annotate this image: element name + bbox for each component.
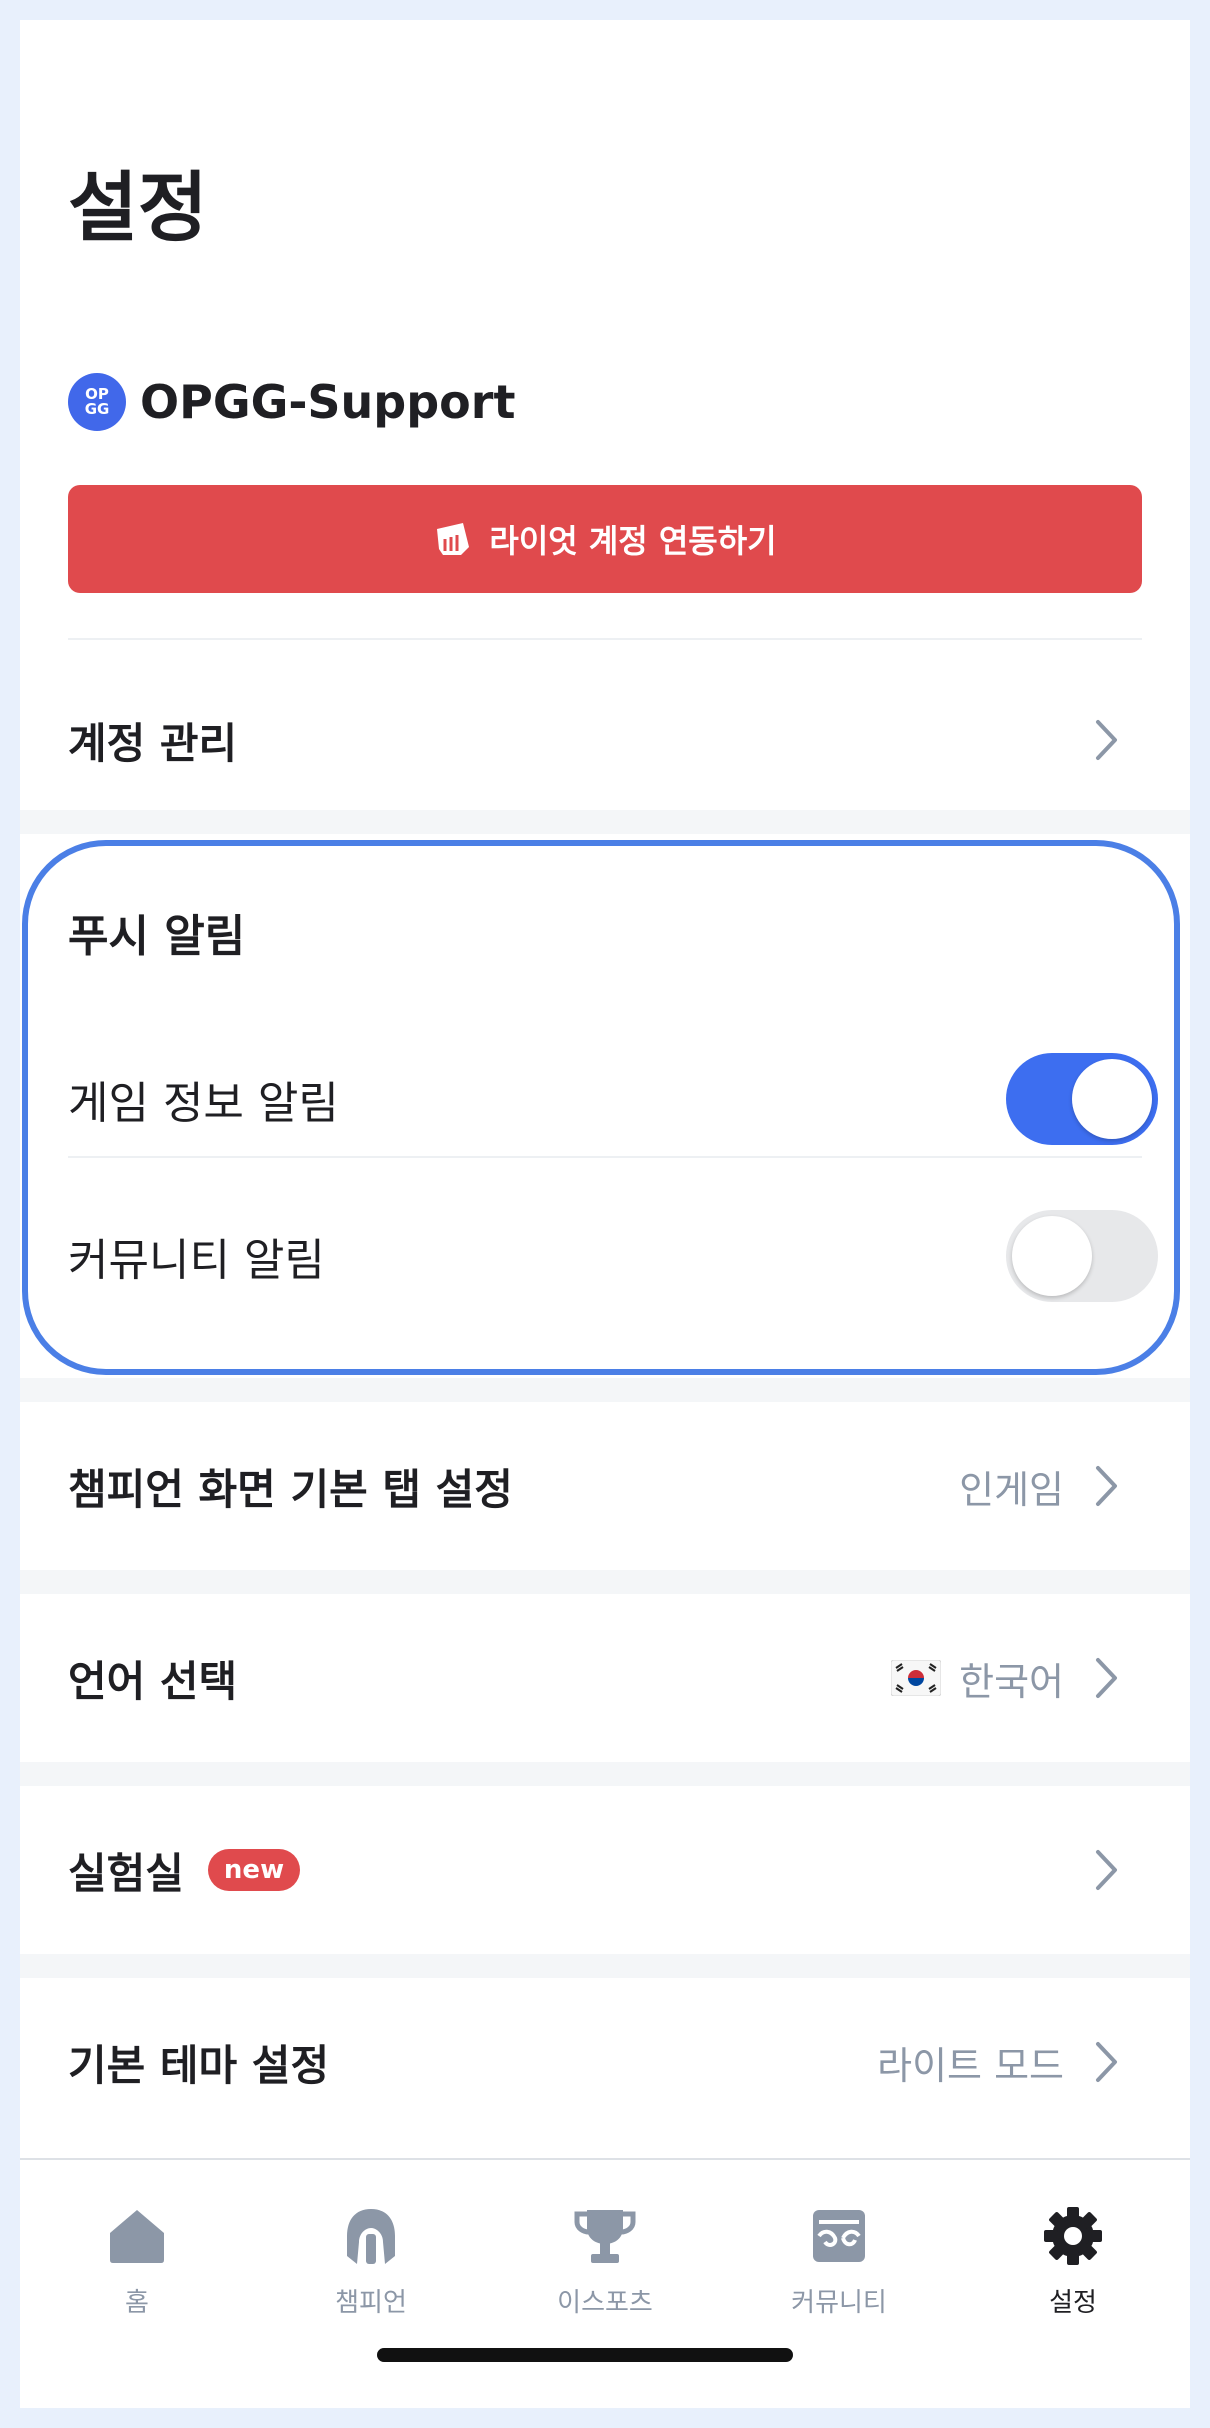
chevron-right-icon bbox=[1092, 1849, 1122, 1891]
community-icon bbox=[807, 2204, 871, 2268]
theme-value: 라이트 모드 bbox=[877, 2043, 1064, 2088]
tab-community[interactable]: 커뮤니티 bbox=[722, 2204, 956, 2319]
lab-label: 실험실 bbox=[68, 1848, 184, 1898]
chevron-right-icon bbox=[1092, 2041, 1122, 2083]
game-info-notification-label: 게임 정보 알림 bbox=[68, 1078, 339, 1129]
tab-settings-label: 설정 bbox=[1049, 2288, 1097, 2318]
chevron-right-icon bbox=[1092, 719, 1122, 761]
community-notification-row: 커뮤니티 알림 bbox=[20, 1200, 1190, 1312]
korea-flag-icon bbox=[891, 1660, 942, 1696]
riot-link-label: 라이엇 계정 연동하기 bbox=[489, 522, 777, 560]
section-gap bbox=[20, 810, 1190, 834]
chevron-right-icon bbox=[1092, 1657, 1122, 1699]
home-indicator[interactable] bbox=[377, 2348, 793, 2362]
settings-screen: 설정 OP GG OPGG-Support 라이엇 계정 연동하기 계정 관리 … bbox=[20, 20, 1190, 2408]
champion-default-tab-row[interactable]: 챔피언 화면 기본 탭 설정 인게임 bbox=[20, 1402, 1190, 1570]
tab-settings[interactable]: 설정 bbox=[956, 2204, 1190, 2319]
riot-fist-icon bbox=[433, 521, 473, 557]
language-select-value: 한국어 bbox=[959, 1659, 1064, 1704]
tab-home-label: 홈 bbox=[125, 2288, 149, 2318]
home-icon bbox=[105, 2204, 169, 2268]
champion-icon bbox=[339, 2204, 403, 2268]
divider bbox=[68, 1156, 1142, 1158]
theme-label: 기본 테마 설정 bbox=[68, 2040, 330, 2090]
chevron-right-icon bbox=[1092, 1465, 1122, 1507]
section-gap bbox=[20, 1570, 1190, 1594]
section-gap bbox=[20, 1954, 1190, 1978]
community-notification-label: 커뮤니티 알림 bbox=[68, 1235, 325, 1286]
language-select-label: 언어 선택 bbox=[68, 1656, 238, 1706]
tab-esports[interactable]: 이스포츠 bbox=[488, 2204, 722, 2319]
tab-community-label: 커뮤니티 bbox=[791, 2288, 887, 2318]
lab-row[interactable]: 실험실 new bbox=[20, 1786, 1190, 1954]
tab-champion-label: 챔피언 bbox=[335, 2288, 407, 2318]
tab-champion[interactable]: 챔피언 bbox=[254, 2204, 488, 2319]
account-management-row[interactable]: 계정 관리 bbox=[20, 660, 1190, 820]
new-badge: new bbox=[207, 1849, 301, 1891]
tab-esports-label: 이스포츠 bbox=[557, 2288, 653, 2318]
push-section-title: 푸시 알림 bbox=[68, 911, 246, 962]
champion-default-tab-label: 챔피언 화면 기본 탭 설정 bbox=[68, 1464, 513, 1514]
toggle-knob bbox=[1012, 1216, 1092, 1296]
divider bbox=[68, 638, 1142, 640]
game-info-notification-row: 게임 정보 알림 bbox=[20, 1043, 1190, 1155]
toggle-knob bbox=[1072, 1059, 1152, 1139]
logo-text-bottom: GG bbox=[84, 400, 110, 418]
trophy-icon bbox=[573, 2204, 637, 2268]
account-management-label: 계정 관리 bbox=[68, 718, 238, 768]
account-name: OPGG-Support bbox=[140, 375, 516, 429]
community-notification-toggle[interactable] bbox=[1006, 1210, 1158, 1302]
game-info-notification-toggle[interactable] bbox=[1006, 1053, 1158, 1145]
page-title: 설정 bbox=[68, 163, 208, 252]
riot-link-button[interactable]: 라이엇 계정 연동하기 bbox=[68, 485, 1142, 593]
section-gap bbox=[20, 1762, 1190, 1786]
gear-icon bbox=[1041, 2204, 1105, 2268]
section-gap bbox=[20, 1378, 1190, 1402]
champion-default-tab-value: 인게임 bbox=[959, 1467, 1064, 1512]
language-select-row[interactable]: 언어 선택 한국어 bbox=[20, 1594, 1190, 1762]
account-row: OP GG OPGG-Support bbox=[68, 372, 515, 432]
opgg-logo-icon: OP GG bbox=[68, 373, 126, 431]
theme-row[interactable]: 기본 테마 설정 라이트 모드 bbox=[20, 1978, 1190, 2146]
bottom-tab-bar: 홈 챔피언 이스포츠 커뮤니티 설정 bbox=[20, 2158, 1190, 2408]
tab-home[interactable]: 홈 bbox=[20, 2204, 254, 2319]
